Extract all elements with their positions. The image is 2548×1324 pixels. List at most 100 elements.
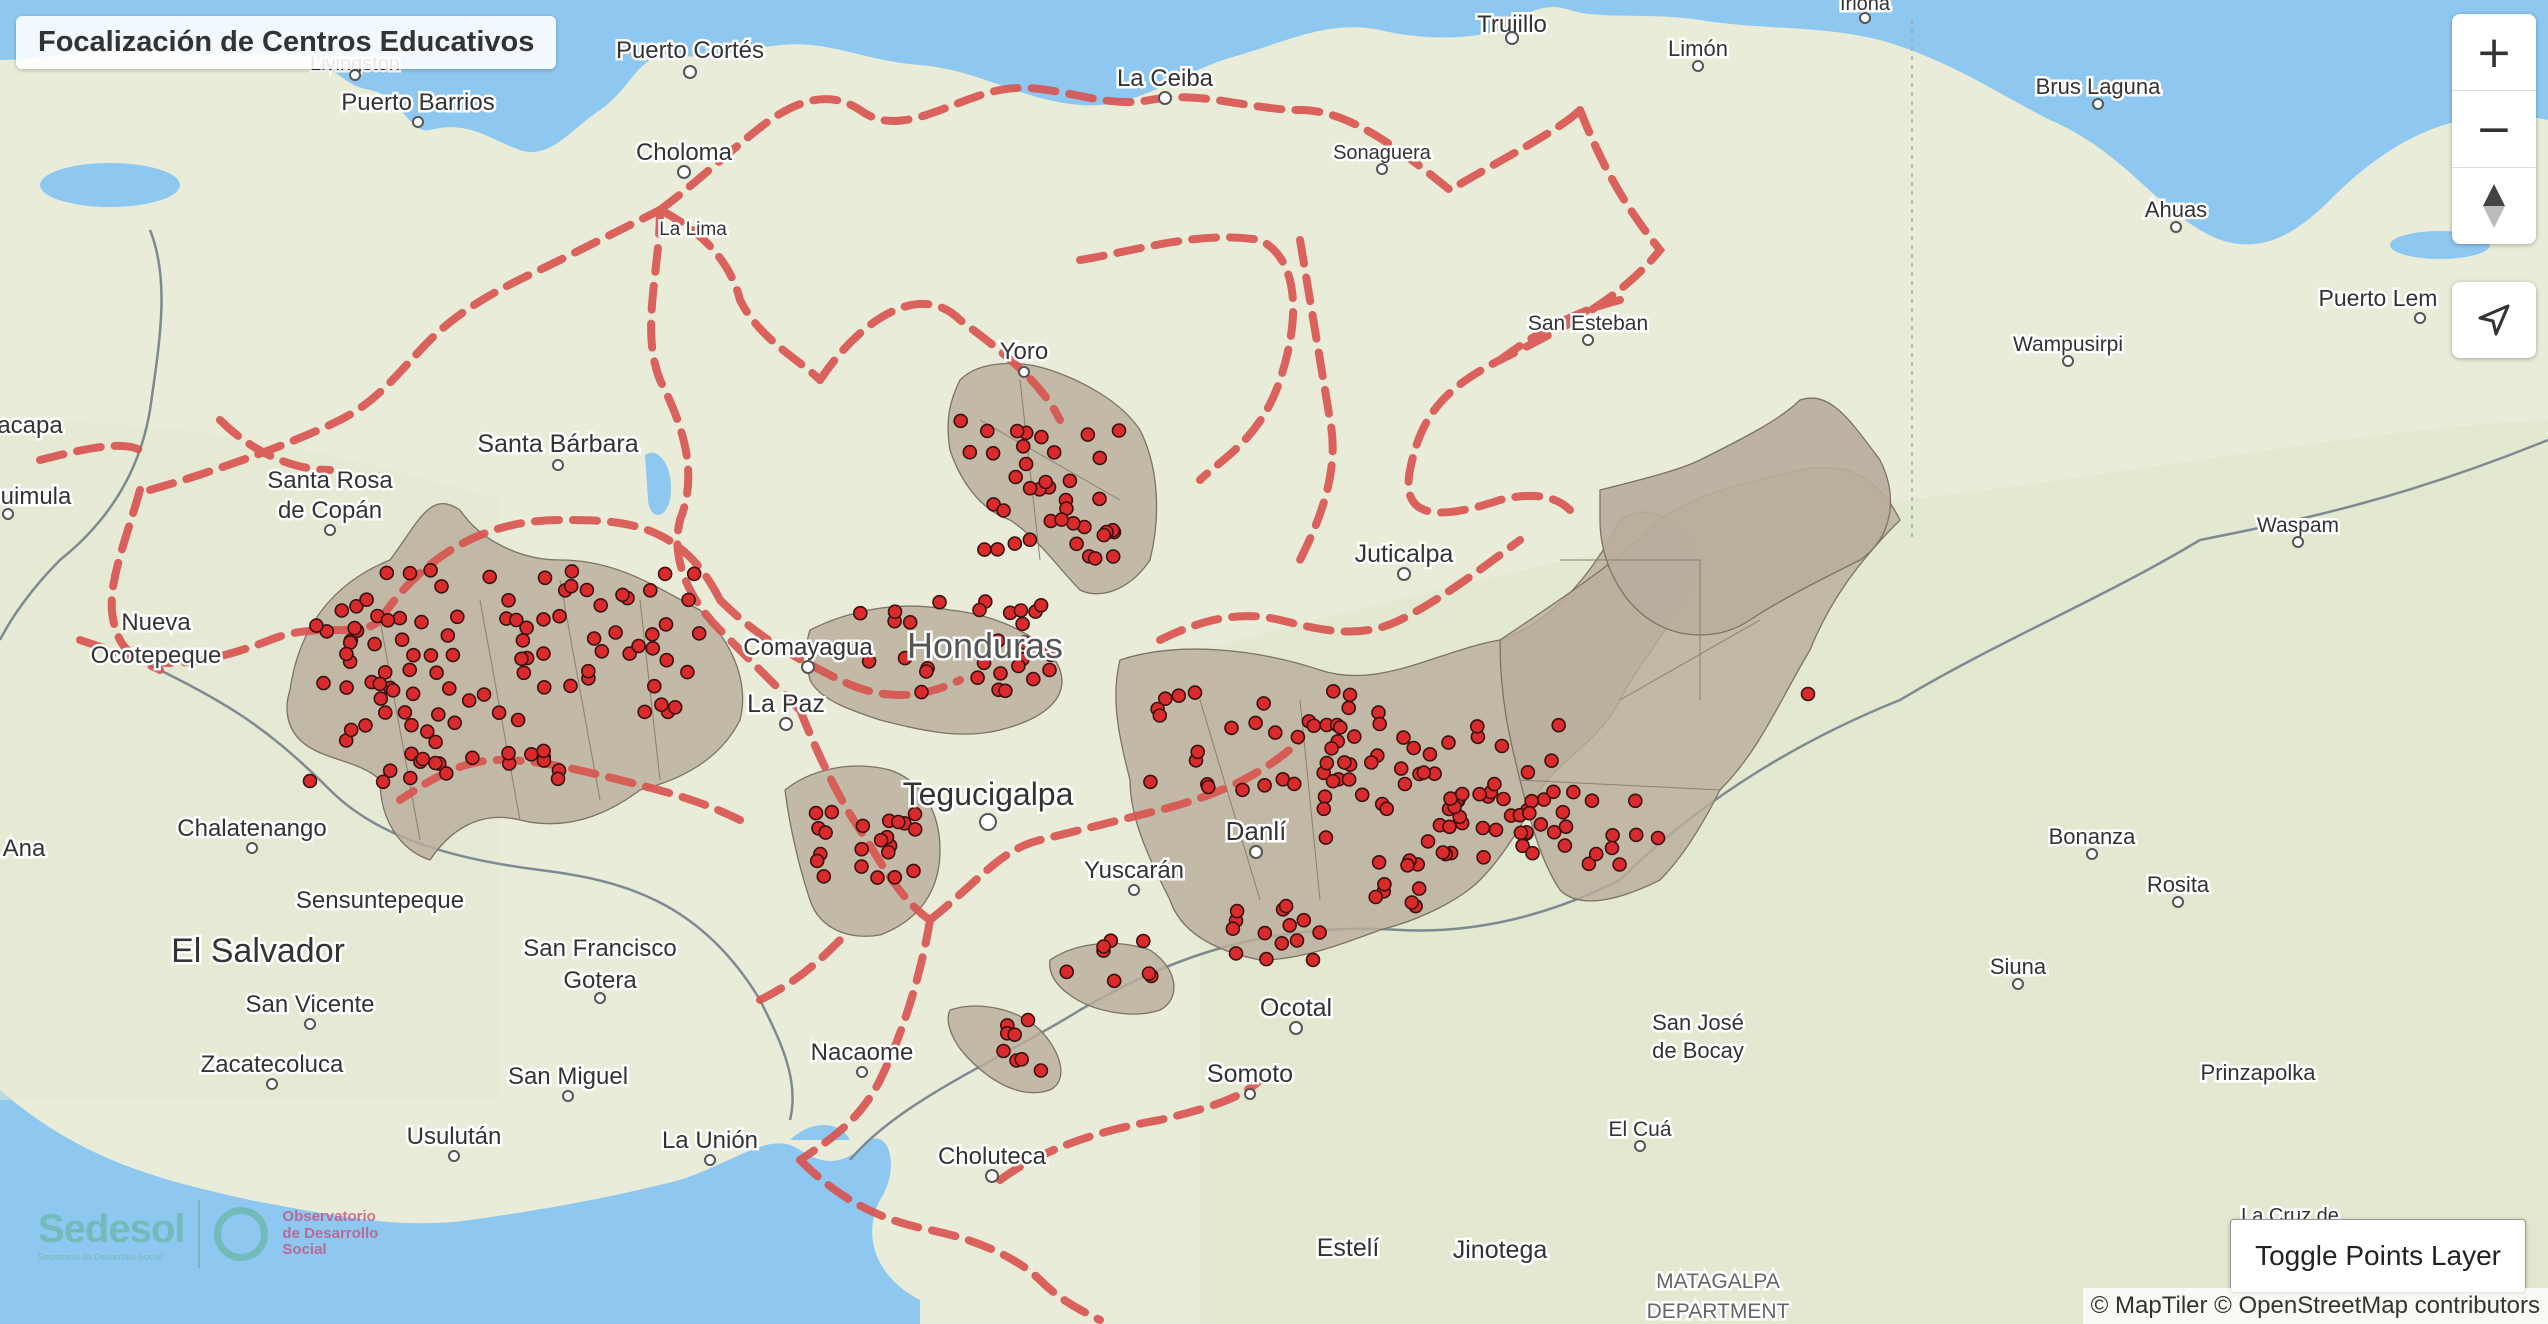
school-point[interactable]	[1317, 789, 1333, 805]
school-point[interactable]	[523, 746, 539, 762]
osm-link[interactable]: © OpenStreetMap contributors	[2214, 1292, 2540, 1319]
school-point[interactable]	[449, 609, 465, 625]
school-point[interactable]	[1141, 966, 1157, 981]
school-point[interactable]	[1136, 933, 1151, 949]
school-point[interactable]	[405, 686, 421, 702]
school-point[interactable]	[681, 592, 696, 608]
school-point[interactable]	[1406, 740, 1421, 756]
school-point[interactable]	[1393, 761, 1409, 776]
school-point[interactable]	[1333, 720, 1348, 735]
school-point[interactable]	[537, 570, 553, 586]
school-point[interactable]	[415, 751, 431, 767]
school-point[interactable]	[1377, 876, 1392, 892]
school-point[interactable]	[1472, 786, 1487, 802]
school-point[interactable]	[1318, 830, 1334, 845]
school-point[interactable]	[970, 670, 985, 686]
school-point[interactable]	[339, 646, 354, 662]
school-point[interactable]	[447, 715, 463, 731]
school-point[interactable]	[907, 822, 923, 837]
school-point[interactable]	[586, 631, 602, 646]
school-point[interactable]	[1475, 820, 1491, 836]
school-point[interactable]	[1319, 755, 1335, 771]
school-point[interactable]	[1062, 473, 1078, 489]
school-point[interactable]	[809, 853, 825, 869]
school-point[interactable]	[1584, 793, 1600, 809]
school-point[interactable]	[1106, 973, 1122, 989]
school-point[interactable]	[564, 564, 580, 579]
school-point[interactable]	[367, 636, 382, 652]
school-point[interactable]	[1435, 845, 1451, 860]
school-point[interactable]	[397, 705, 413, 720]
school-point[interactable]	[1404, 895, 1420, 910]
school-point[interactable]	[536, 743, 551, 759]
school-point[interactable]	[482, 569, 498, 585]
school-point[interactable]	[680, 664, 695, 680]
school-point[interactable]	[339, 680, 354, 695]
school-point[interactable]	[1105, 549, 1121, 564]
school-point[interactable]	[1020, 1012, 1036, 1028]
school-point[interactable]	[461, 693, 477, 708]
school-point[interactable]	[1229, 903, 1245, 919]
school-point[interactable]	[1009, 423, 1025, 439]
school-point[interactable]	[1235, 782, 1250, 798]
school-point[interactable]	[608, 625, 623, 640]
school-point[interactable]	[1008, 469, 1024, 485]
school-point[interactable]	[1286, 776, 1302, 792]
school-point[interactable]	[1513, 825, 1529, 841]
school-point[interactable]	[1379, 801, 1394, 817]
school-point[interactable]	[552, 608, 567, 624]
school-point[interactable]	[445, 647, 461, 663]
school-point[interactable]	[1546, 784, 1561, 800]
school-point[interactable]	[880, 844, 896, 860]
school-point[interactable]	[514, 651, 529, 667]
school-point[interactable]	[615, 587, 630, 603]
school-point[interactable]	[977, 542, 992, 557]
school-point[interactable]	[1111, 423, 1127, 438]
school-point[interactable]	[1296, 912, 1312, 928]
school-point[interactable]	[491, 705, 507, 721]
school-point[interactable]	[1092, 491, 1107, 507]
school-point[interactable]	[1026, 671, 1041, 687]
school-point[interactable]	[1143, 774, 1158, 790]
school-point[interactable]	[890, 814, 906, 830]
school-point[interactable]	[996, 503, 1011, 518]
school-point[interactable]	[816, 869, 832, 884]
school-point[interactable]	[1224, 720, 1239, 736]
school-point[interactable]	[691, 626, 707, 641]
school-point[interactable]	[854, 859, 869, 874]
school-point[interactable]	[1282, 917, 1297, 933]
school-point[interactable]	[579, 582, 595, 598]
school-point[interactable]	[644, 627, 660, 642]
school-point[interactable]	[476, 687, 492, 702]
school-point[interactable]	[580, 663, 596, 679]
school-point[interactable]	[1396, 730, 1411, 745]
school-point[interactable]	[1411, 881, 1427, 896]
school-point[interactable]	[563, 578, 579, 594]
school-point[interactable]	[1416, 765, 1432, 780]
school-point[interactable]	[508, 612, 524, 628]
school-point[interactable]	[985, 445, 1001, 461]
school-point[interactable]	[1080, 427, 1096, 442]
school-point[interactable]	[646, 678, 662, 694]
school-point[interactable]	[1628, 827, 1644, 843]
school-point[interactable]	[1033, 597, 1049, 613]
school-point[interactable]	[918, 664, 934, 679]
school-point[interactable]	[402, 662, 418, 678]
school-point[interactable]	[658, 617, 674, 632]
zoom-in-button[interactable]: +	[2452, 14, 2536, 91]
zoom-out-button[interactable]: −	[2452, 91, 2536, 168]
school-point[interactable]	[316, 675, 331, 691]
school-point[interactable]	[536, 612, 551, 627]
school-point[interactable]	[1326, 683, 1341, 699]
school-point[interactable]	[1096, 527, 1112, 543]
school-point[interactable]	[1007, 1027, 1023, 1042]
school-point[interactable]	[536, 646, 551, 661]
school-point[interactable]	[1312, 925, 1327, 940]
school-point[interactable]	[1800, 686, 1816, 702]
school-point[interactable]	[1054, 512, 1069, 527]
school-point[interactable]	[1038, 474, 1053, 490]
school-point[interactable]	[645, 640, 661, 656]
school-point[interactable]	[347, 620, 362, 636]
school-point[interactable]	[501, 745, 516, 761]
school-point[interactable]	[1022, 480, 1038, 496]
